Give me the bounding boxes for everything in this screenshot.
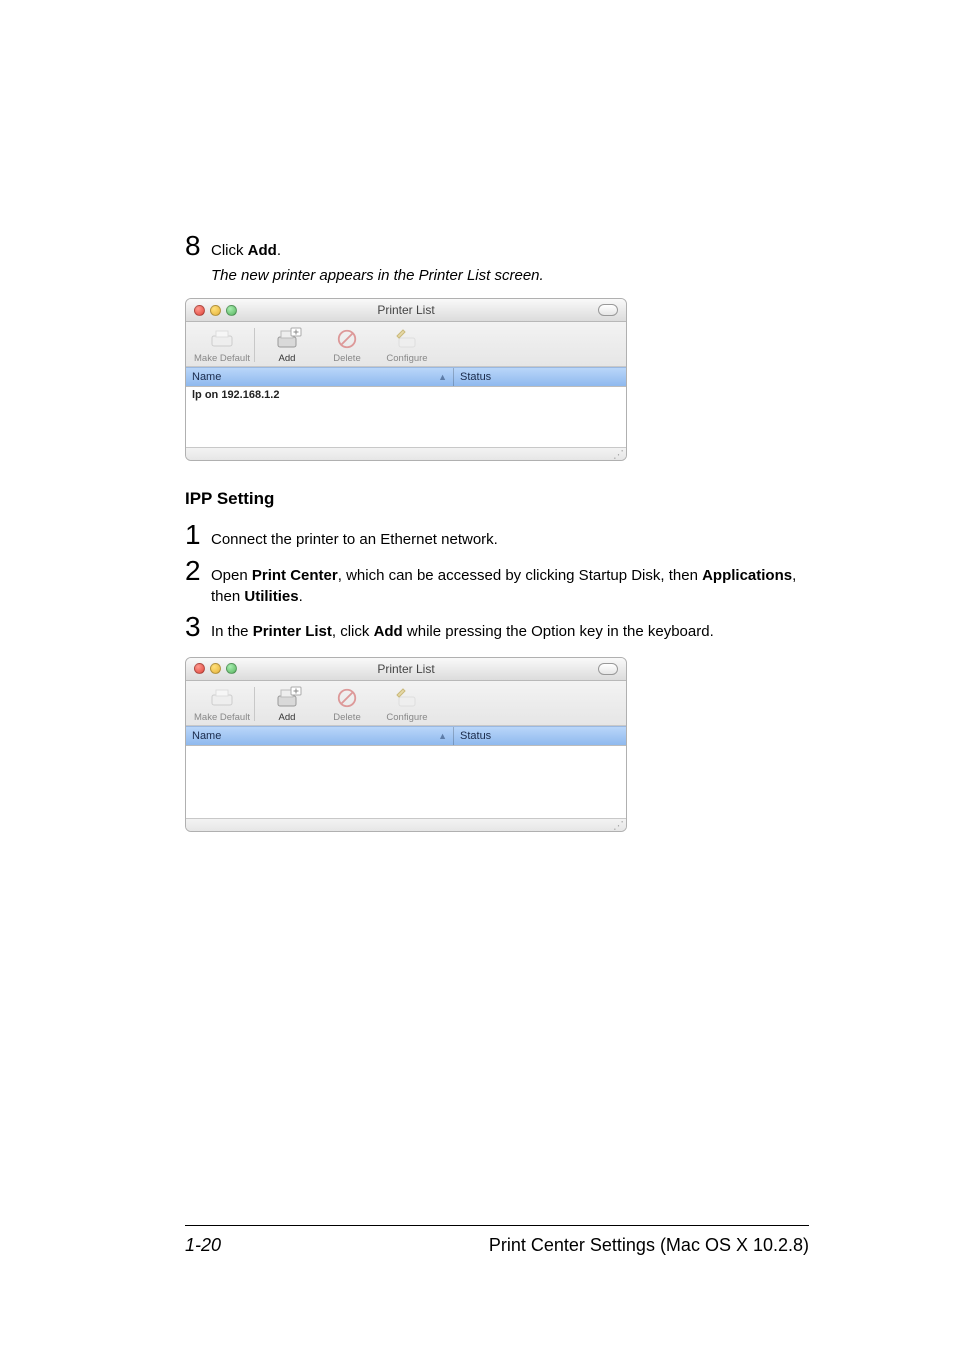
- add-label: Add: [279, 353, 296, 364]
- status-column-header[interactable]: Status: [453, 727, 626, 745]
- configure-icon: [391, 685, 423, 711]
- name-column-label: Name: [192, 371, 221, 383]
- minimize-icon[interactable]: [210, 663, 221, 674]
- step-1-number: 1: [185, 519, 211, 551]
- resize-handle-icon[interactable]: ⋰: [613, 451, 624, 459]
- printer-list-body: lp on 192.168.1.2: [186, 387, 626, 447]
- titlebar: Printer List: [186, 658, 626, 681]
- step-3: 3 In the Printer List, click Add while p…: [185, 611, 804, 643]
- toolbar: Make Default Add Delete Configure: [186, 681, 626, 726]
- resize-handle-icon[interactable]: ⋰: [613, 822, 624, 830]
- configure-button: Configure: [377, 326, 437, 364]
- configure-button: Configure: [377, 685, 437, 723]
- configure-icon: [391, 326, 423, 352]
- name-column-header[interactable]: Name ▲: [186, 727, 453, 745]
- printer-list-body-empty: [186, 746, 626, 818]
- close-icon[interactable]: [194, 663, 205, 674]
- footer-title: Print Center Settings (Mac OS X 10.2.8): [489, 1235, 809, 1256]
- make-default-button: Make Default: [192, 685, 252, 723]
- delete-button: Delete: [317, 685, 377, 723]
- footer: 1-20 Print Center Settings (Mac OS X 10.…: [185, 1235, 809, 1256]
- list-header: Name ▲ Status: [186, 367, 626, 387]
- step-8: 8 Click Add.: [185, 230, 804, 262]
- step-2-number: 2: [185, 555, 211, 587]
- step-8-add: Add: [248, 242, 277, 259]
- delete-label: Delete: [333, 353, 360, 364]
- step-1: 1 Connect the printer to an Ethernet net…: [185, 519, 804, 551]
- close-icon[interactable]: [194, 305, 205, 316]
- ipp-setting-heading: IPP Setting: [185, 489, 804, 509]
- step-2: 2 Open Print Center, which can be access…: [185, 555, 804, 607]
- step-8-text: Click Add.: [211, 241, 281, 261]
- s2-utilities: Utilities: [244, 588, 298, 605]
- page-number: 1-20: [185, 1235, 221, 1256]
- status-column-label: Status: [460, 730, 491, 742]
- toolbar-separator: [254, 687, 255, 721]
- s2-applications: Applications: [702, 567, 792, 584]
- delete-icon: [331, 326, 363, 352]
- add-printer-icon: [271, 685, 303, 711]
- s2-print-center: Print Center: [252, 567, 338, 584]
- s2-post: .: [299, 588, 303, 605]
- add-label: Add: [279, 712, 296, 723]
- delete-label: Delete: [333, 712, 360, 723]
- printer-icon: [206, 326, 238, 352]
- toolbar-pill-icon[interactable]: [598, 663, 618, 675]
- name-column-label: Name: [192, 730, 221, 742]
- add-printer-icon: [271, 326, 303, 352]
- status-column-header[interactable]: Status: [453, 368, 626, 386]
- step-3-text: In the Printer List, click Add while pre…: [211, 622, 714, 642]
- delete-icon: [331, 685, 363, 711]
- name-column-header[interactable]: Name ▲: [186, 368, 453, 386]
- s3-printer-list: Printer List: [253, 623, 332, 640]
- s2-pre: Open: [211, 567, 252, 584]
- list-item[interactable]: lp on 192.168.1.2: [186, 387, 626, 403]
- minimize-icon[interactable]: [210, 305, 221, 316]
- sort-asc-icon: ▲: [438, 731, 447, 741]
- step-8-result: The new printer appears in the Printer L…: [211, 266, 804, 286]
- add-button[interactable]: Add: [257, 685, 317, 723]
- traffic-lights: [194, 663, 237, 674]
- traffic-lights: [194, 305, 237, 316]
- step-8-post: .: [277, 242, 281, 259]
- step-8-number: 8: [185, 230, 211, 262]
- delete-button: Delete: [317, 326, 377, 364]
- configure-label: Configure: [386, 353, 427, 364]
- toolbar-separator: [254, 328, 255, 362]
- make-default-label: Make Default: [194, 353, 250, 364]
- step-2-text: Open Print Center, which can be accessed…: [211, 566, 804, 607]
- s3-post: while pressing the Option key in the key…: [403, 623, 714, 640]
- toolbar: Make Default Add Delete Configure: [186, 322, 626, 367]
- step-8-pre: Click: [211, 242, 248, 259]
- footer-rule: [185, 1225, 809, 1226]
- list-header: Name ▲ Status: [186, 726, 626, 746]
- status-bar: ⋰: [186, 818, 626, 831]
- printer-list-window-2: Printer List Make Default Add: [185, 657, 627, 832]
- sort-asc-icon: ▲: [438, 372, 447, 382]
- printer-icon: [206, 685, 238, 711]
- step-1-text: Connect the printer to an Ethernet netwo…: [211, 530, 498, 550]
- status-column-label: Status: [460, 371, 491, 383]
- make-default-button: Make Default: [192, 326, 252, 364]
- s2-mid: , which can be accessed by clicking Star…: [338, 567, 702, 584]
- s3-add: Add: [374, 623, 403, 640]
- window-title: Printer List: [186, 303, 626, 317]
- status-bar: ⋰: [186, 447, 626, 460]
- make-default-label: Make Default: [194, 712, 250, 723]
- printer-list-window-1: Printer List Make Default Add: [185, 298, 627, 461]
- zoom-icon[interactable]: [226, 305, 237, 316]
- configure-label: Configure: [386, 712, 427, 723]
- titlebar: Printer List: [186, 299, 626, 322]
- step-3-number: 3: [185, 611, 211, 643]
- add-button[interactable]: Add: [257, 326, 317, 364]
- s3-pre: In the: [211, 623, 253, 640]
- toolbar-pill-icon[interactable]: [598, 304, 618, 316]
- zoom-icon[interactable]: [226, 663, 237, 674]
- s3-mid: , click: [332, 623, 374, 640]
- window-title: Printer List: [186, 662, 626, 676]
